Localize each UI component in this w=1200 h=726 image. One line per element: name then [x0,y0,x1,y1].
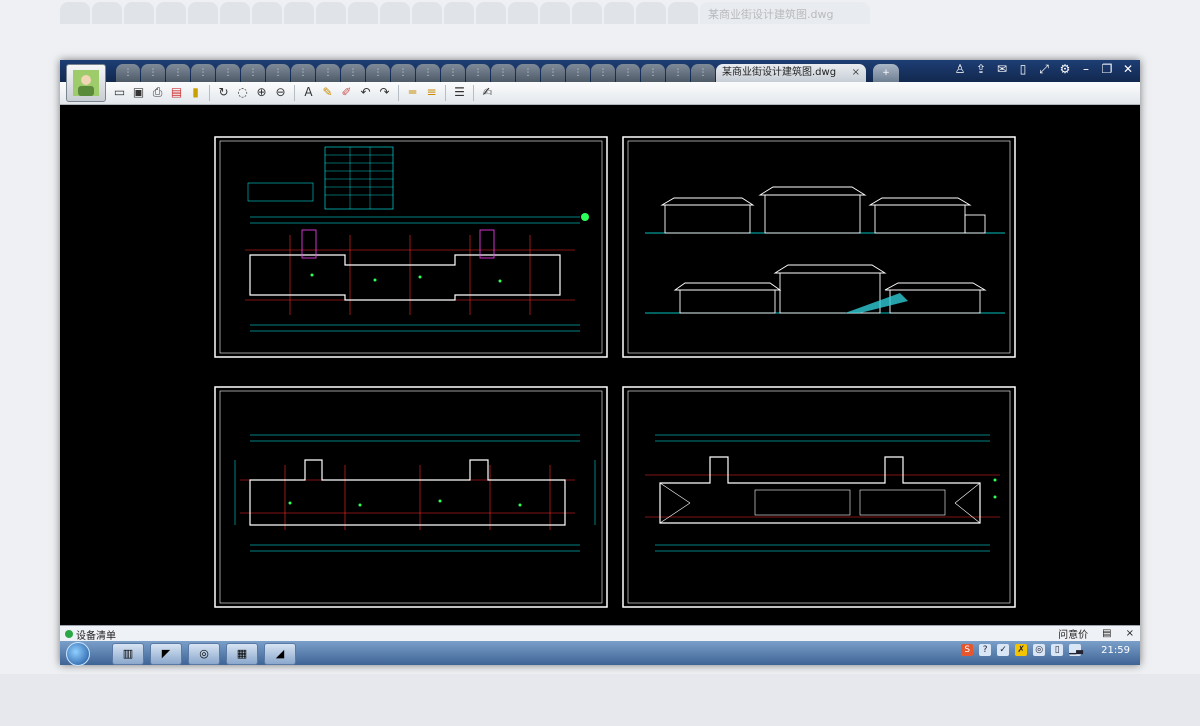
zoom-window-icon[interactable]: ◌ [235,85,250,100]
file-tab[interactable]: ⋮ [416,64,440,82]
drawing-sheet-floor-plan-1 [214,136,608,358]
status-close-icon[interactable]: × [1126,628,1134,639]
toolbar-divider [473,85,474,101]
file-tab[interactable]: ⋮ [341,64,365,82]
open-folder-icon[interactable]: ▭ [112,85,127,100]
network-icon[interactable]: ▁▃ [1069,644,1083,656]
tray-yellow-icon[interactable]: ✗ [1015,644,1028,656]
settings-icon[interactable]: ⚙ [1059,62,1071,77]
zoom-out-icon[interactable]: ⊖ [273,85,288,100]
file-tab[interactable]: ⋮ [641,64,665,82]
equipment-list-label[interactable]: 设备清单 [76,627,116,642]
taskbar-book-icon[interactable]: ▦ [226,643,258,665]
cad-drawing [214,136,1016,608]
measure-icon[interactable]: ═ [405,85,420,100]
file-tab[interactable]: ⋮ [116,64,140,82]
user-icon[interactable]: ♙ [954,62,966,77]
comment-icon[interactable]: ▤ [1102,628,1111,639]
background-tabs: 某商业街设计建筑图.dwg [60,2,990,28]
print-icon[interactable]: ⎙ [150,85,165,100]
toolbar-divider [445,85,446,101]
chat-icon[interactable]: ✉ [996,62,1008,77]
close-icon[interactable]: ✕ [1122,62,1134,77]
file-tab[interactable]: ⋮ [491,64,515,82]
background-taskbar [0,674,1200,726]
tray-browser-icon[interactable]: ◎ [1033,644,1046,656]
fullscreen-icon[interactable]: ⤢ [1038,62,1050,77]
taskbar-browser-icon[interactable]: ◎ [188,643,220,665]
drawing-sheet-roof-plan [622,386,1016,608]
minimize-icon[interactable]: – [1080,62,1092,77]
redo-icon[interactable]: ↷ [377,85,392,100]
markup-pen-icon[interactable]: ✐ [339,85,354,100]
active-file-tab[interactable]: 某商业街设计建筑图.dwg × [716,64,866,82]
file-tab[interactable]: ⋮ [141,64,165,82]
start-button[interactable] [66,642,90,666]
file-tab[interactable]: ⋮ [441,64,465,82]
lock-icon[interactable]: ▮ [188,85,203,100]
feedback-link[interactable]: 问意价 [1058,626,1088,641]
file-tab[interactable]: ⋮ [591,64,615,82]
notes-icon[interactable]: ✍ [480,85,495,100]
drawing-sheet-floor-plan-2 [214,386,608,608]
save-icon[interactable]: ▣ [131,85,146,100]
file-tab[interactable]: ⋮ [166,64,190,82]
tab-strip: ⋮ ⋮ ⋮ ⋮ ⋮ ⋮ ⋮ ⋮ ⋮ ⋮ ⋮ ⋮ ⋮ ⋮ ⋮ ⋮ ⋮ ⋮ ⋮ ⋮ … [116,64,899,82]
tab-close-icon[interactable]: × [852,64,860,82]
file-tab[interactable]: ⋮ [541,64,565,82]
file-tab[interactable]: ⋮ [366,64,390,82]
tray-device-icon[interactable]: ▯ [1051,644,1064,656]
background-file-tab: 某商业街设计建筑图.dwg [700,2,870,24]
new-tab-button[interactable]: + [873,64,899,82]
pencil-icon[interactable]: ✎ [320,85,335,100]
drawing-sheet-elevations [622,136,1016,358]
share-icon[interactable]: ⇪ [975,62,987,77]
file-tab[interactable]: ⋮ [241,64,265,82]
taskbar-explorer-icon[interactable]: ▥ [112,643,144,665]
rotate-icon[interactable]: ↻ [216,85,231,100]
file-tab[interactable]: ⋮ [291,64,315,82]
file-tab[interactable]: ⋮ [691,64,715,82]
restore-icon[interactable]: ❐ [1101,62,1113,77]
export-pdf-icon[interactable]: ▤ [169,85,184,100]
os-taskbar: ▥ ◤ ◎ ▦ ◢ S ? ✓ ✗ ◎ ▯ ▁▃ 21:59 [60,641,1140,666]
toolbar-divider [398,85,399,101]
status-indicator-icon [65,630,73,638]
toolbar-divider [294,85,295,101]
file-tab[interactable]: ⋮ [216,64,240,82]
ime-icon[interactable]: S [961,644,974,656]
taskbar-app-icon[interactable]: ◤ [150,643,182,665]
cad-viewer-window: ⋮ ⋮ ⋮ ⋮ ⋮ ⋮ ⋮ ⋮ ⋮ ⋮ ⋮ ⋮ ⋮ ⋮ ⋮ ⋮ ⋮ ⋮ ⋮ ⋮ … [60,60,1140,666]
taskbar-cad-icon[interactable]: ◢ [264,643,296,665]
tray-app-icon[interactable]: ✓ [997,644,1010,656]
toolbar: ▭ ▣ ⎙ ▤ ▮ ↻ ◌ ⊕ ⊖ A ✎ ✐ ↶ ↷ ═ ≡ ☰ ✍ [60,82,1140,105]
undo-icon[interactable]: ↶ [358,85,373,100]
active-file-tab-label: 某商业街设计建筑图.dwg [722,67,837,78]
file-tab[interactable]: ⋮ [616,64,640,82]
file-tab[interactable]: ⋮ [391,64,415,82]
layers-icon[interactable]: ☰ [452,85,467,100]
system-tray: S ? ✓ ✗ ◎ ▯ ▁▃ 21:59 [961,644,1130,656]
file-tab[interactable]: ⋮ [266,64,290,82]
file-tab[interactable]: ⋮ [516,64,540,82]
zoom-in-icon[interactable]: ⊕ [254,85,269,100]
drawing-canvas[interactable] [60,105,1140,625]
toolbar-divider [209,85,210,101]
file-tab[interactable]: ⋮ [466,64,490,82]
file-tab[interactable]: ⋮ [566,64,590,82]
title-bar: ⋮ ⋮ ⋮ ⋮ ⋮ ⋮ ⋮ ⋮ ⋮ ⋮ ⋮ ⋮ ⋮ ⋮ ⋮ ⋮ ⋮ ⋮ ⋮ ⋮ … [60,60,1140,82]
help-icon[interactable]: ? [979,644,992,656]
file-tab[interactable]: ⋮ [316,64,340,82]
window-controls: ♙ ⇪ ✉ ▯ ⤢ ⚙ – ❐ ✕ [954,62,1134,77]
file-tab[interactable]: ⋮ [191,64,215,82]
user-avatar-icon [73,70,99,96]
dimension-icon[interactable]: ≡ [424,85,439,100]
file-tab[interactable]: ⋮ [666,64,690,82]
avatar[interactable] [66,64,106,102]
clock[interactable]: 21:59 [1101,645,1130,656]
status-bar: 设备清单 问意价 ▤ × [60,625,1140,642]
text-icon[interactable]: A [301,85,316,100]
phone-icon[interactable]: ▯ [1017,62,1029,77]
